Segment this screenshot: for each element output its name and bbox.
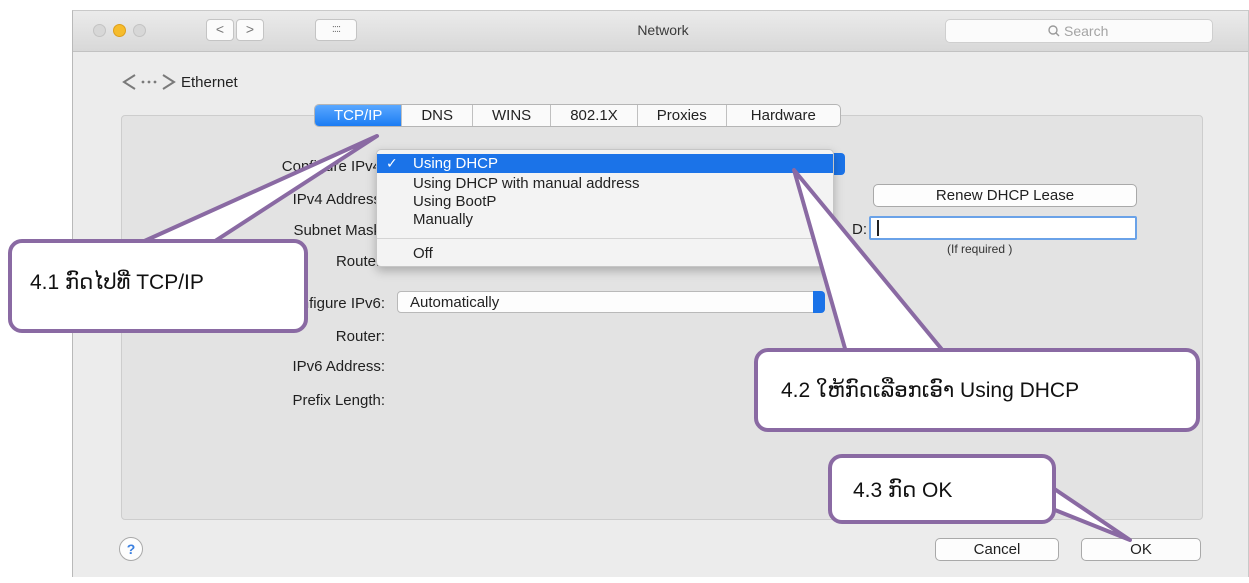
callout-step-3-text: 4.3 ກົດ OK	[853, 479, 953, 502]
callout-step-2: 4.2 ໃຫ້ກົດເລືອກເອົາ Using DHCP	[754, 348, 1200, 432]
callout-step-3: 4.3 ກົດ OK	[828, 454, 1056, 524]
callout-step-2-text: 4.2 ໃຫ້ກົດເລືອກເອົາ Using DHCP	[781, 379, 1080, 402]
callout-3-pointer	[1048, 484, 1132, 542]
callout-1-pointer	[138, 134, 379, 245]
callout-2-pointer	[792, 168, 946, 354]
callout-step-1: 4.1 ກົດໄປທີ່ TCP/IP	[8, 239, 308, 333]
callout-step-1-text: 4.1 ກົດໄປທີ່ TCP/IP	[30, 271, 204, 294]
